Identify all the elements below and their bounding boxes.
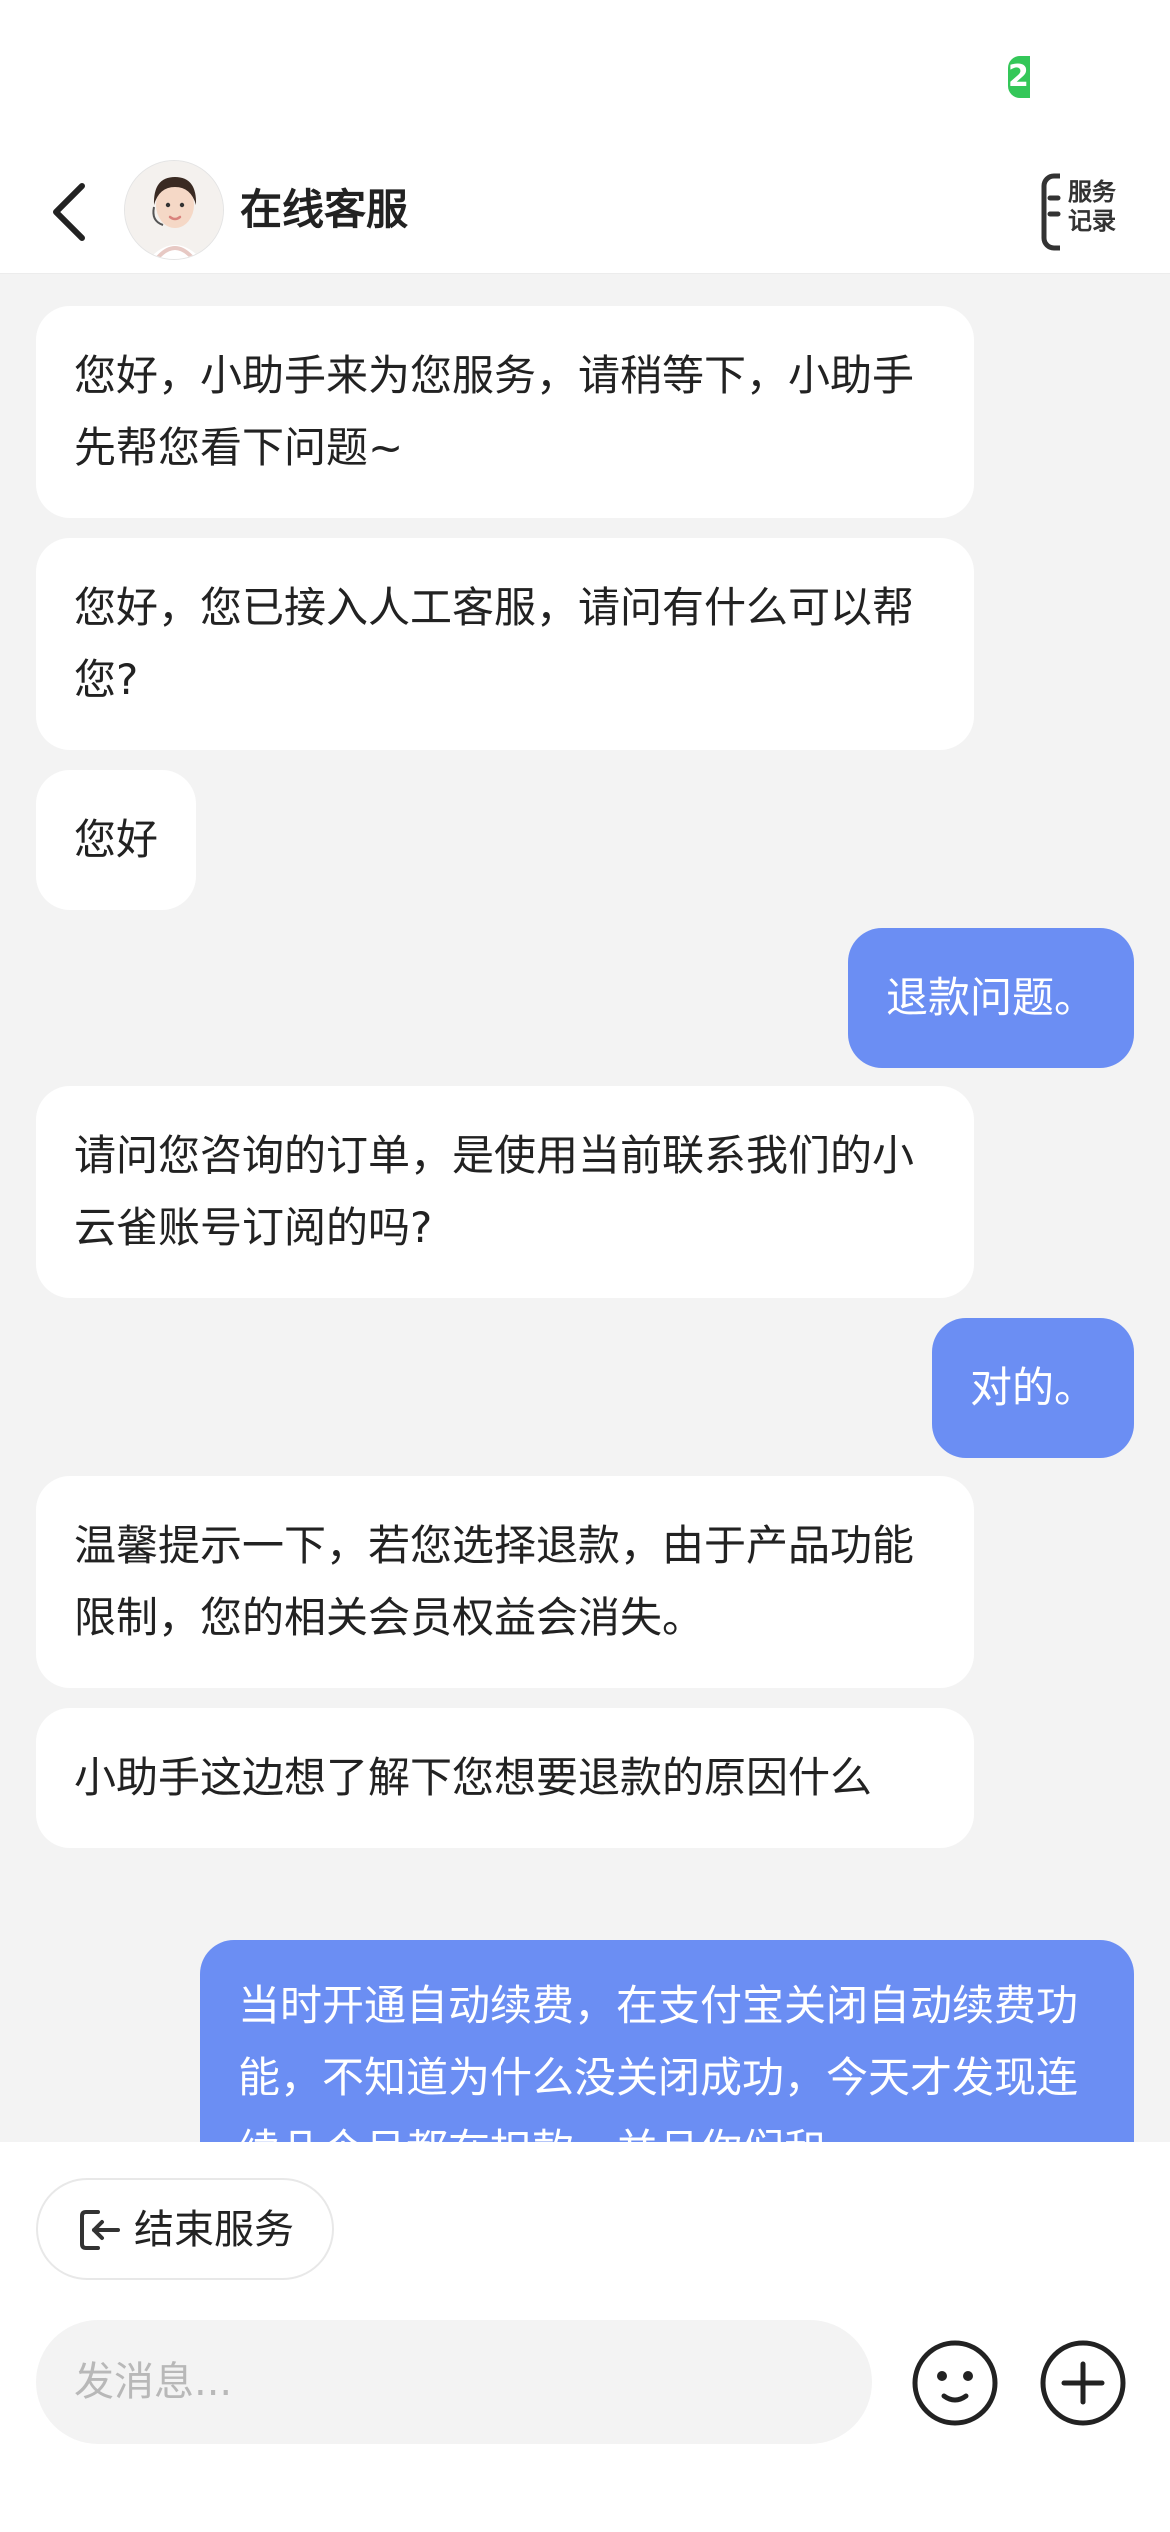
records-label: 服务 记录 — [1068, 178, 1116, 235]
user-message: 对的。 — [931, 1318, 1134, 1458]
battery-indicator: 2 — [1008, 56, 1030, 98]
emoji-button[interactable] — [910, 2338, 1000, 2428]
end-service-button[interactable]: 结束服务 — [36, 2178, 334, 2280]
user-message: 当时开通自动续费，在支付宝关闭自动续费功能，不知道为什么没关闭成功，今天才发现连… — [200, 1940, 1134, 2142]
plus-icon — [1040, 2340, 1126, 2426]
agent-avatar-icon — [125, 161, 223, 259]
add-attachment-button[interactable] — [1038, 2338, 1128, 2428]
chat-header: 在线客服 服务 记录 — [0, 150, 1170, 274]
user-message: 退款问题。 — [847, 928, 1134, 1068]
service-records-button[interactable]: 服务 记录 — [1040, 172, 1130, 252]
agent-message: 您好，小助手来为您服务，请稍等下，小助手先帮您看下问题~ — [36, 306, 974, 518]
composer-area: 结束服务 — [0, 2142, 1170, 2532]
chevron-left-icon — [53, 183, 85, 241]
agent-message: 您好 — [36, 770, 197, 910]
agent-message: 您好，您已接入人工客服，请问有什么可以帮您? — [36, 538, 974, 750]
back-button[interactable] — [40, 174, 104, 250]
agent-message: 请问您咨询的订单，是使用当前联系我们的小云雀账号订阅的吗? — [36, 1086, 974, 1298]
status-bar: 2 — [0, 0, 1170, 150]
page-title: 在线客服 — [240, 185, 409, 234]
message-input[interactable] — [36, 2320, 872, 2444]
agent-message: 温馨提示一下，若您选择退款，由于产品功能限制，您的相关会员权益会消失。 — [36, 1476, 974, 1688]
emoji-icon — [912, 2340, 998, 2426]
end-service-label: 结束服务 — [134, 2207, 294, 2253]
exit-icon — [80, 2210, 120, 2250]
chat-message-list[interactable]: 您好，小助手来为您服务，请稍等下，小助手先帮您看下问题~ 您好，您已接入人工客服… — [0, 274, 1170, 2142]
agent-avatar — [124, 160, 224, 260]
agent-message: 小助手这边想了解下您想要退款的原因什么 — [36, 1708, 974, 1848]
